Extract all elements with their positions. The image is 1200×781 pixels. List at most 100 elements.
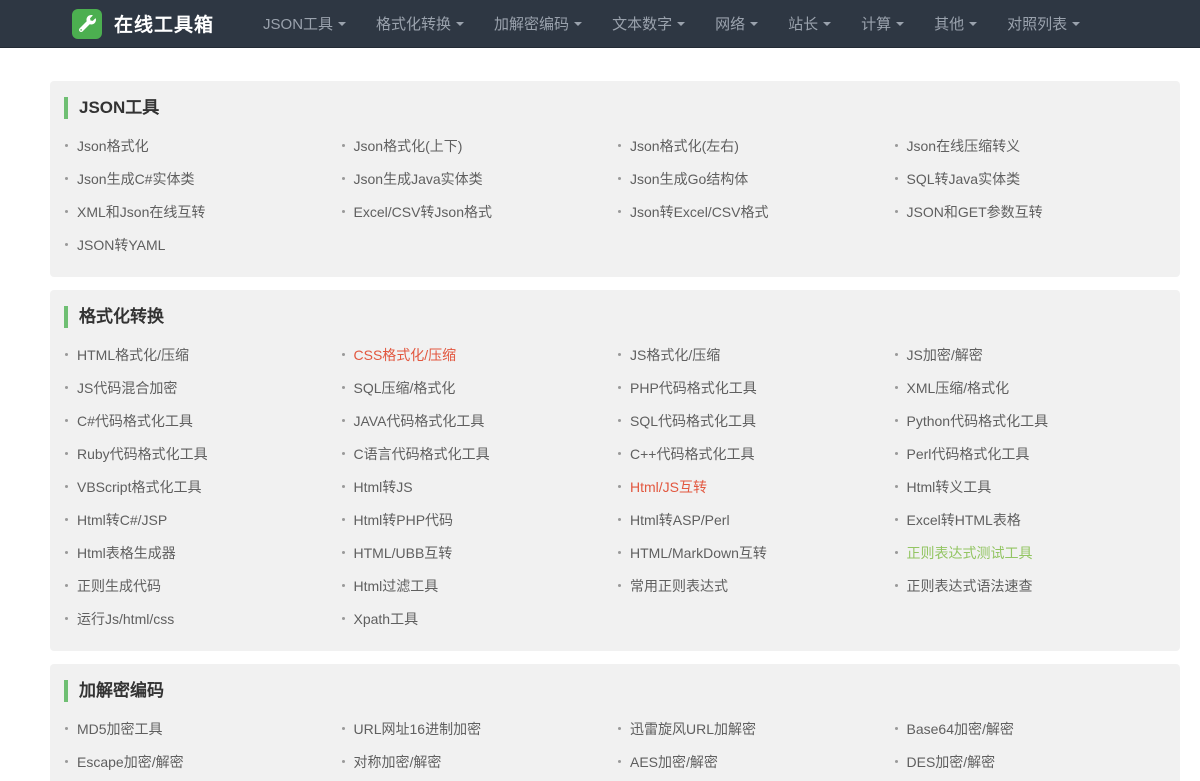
- tool-list-item: 迅雷旋风URL加解密: [615, 712, 892, 745]
- tool-link[interactable]: 迅雷旋风URL加解密: [630, 719, 756, 739]
- tool-link[interactable]: 正则表达式语法速查: [907, 576, 1033, 596]
- tool-list-item: DES加密/解密: [892, 745, 1169, 778]
- tool-link[interactable]: SQL压缩/格式化: [354, 378, 456, 398]
- tool-link[interactable]: Html转PHP代码: [354, 510, 454, 530]
- bullet-icon: [342, 210, 345, 213]
- chevron-down-icon: [338, 22, 346, 26]
- nav-menu-label: 其他: [934, 13, 964, 34]
- bullet-icon: [65, 551, 68, 554]
- bullet-icon: [895, 584, 898, 587]
- tool-link[interactable]: CSS格式化/压缩: [354, 345, 457, 365]
- nav-menu-item-1[interactable]: 格式化转换: [361, 0, 479, 48]
- nav-menu-item-2[interactable]: 加解密编码: [479, 0, 597, 48]
- bullet-icon: [342, 617, 345, 620]
- tool-link[interactable]: Escape加密/解密: [77, 752, 184, 772]
- tool-link[interactable]: Json格式化(左右): [630, 136, 739, 156]
- bullet-icon: [342, 760, 345, 763]
- tool-link[interactable]: JS加密/解密: [907, 345, 983, 365]
- tool-link[interactable]: Python代码格式化工具: [907, 411, 1049, 431]
- tool-list-item: SQL转Java实体类: [892, 162, 1169, 195]
- tool-link[interactable]: Json转Excel/CSV格式: [630, 202, 768, 222]
- tool-sections: JSON工具 Json格式化 Json格式化(上下) Json格式化(左右) J…: [0, 48, 1200, 781]
- tool-link[interactable]: 对称加密/解密: [354, 752, 442, 772]
- tool-link[interactable]: JAVA代码格式化工具: [354, 411, 485, 431]
- tool-link[interactable]: SQL代码格式化工具: [630, 411, 756, 431]
- nav-menu-item-8[interactable]: 对照列表: [992, 0, 1095, 48]
- bullet-icon: [342, 551, 345, 554]
- bullet-icon: [618, 760, 621, 763]
- tool-list-item: Html转义工具: [892, 470, 1169, 503]
- tool-link[interactable]: C#代码格式化工具: [77, 411, 193, 431]
- bullet-icon: [618, 386, 621, 389]
- tool-link[interactable]: 正则表达式测试工具: [907, 543, 1033, 563]
- tool-list-item: Json转Excel/CSV格式: [615, 195, 892, 228]
- tool-link[interactable]: 正则生成代码: [77, 576, 161, 596]
- bullet-icon: [342, 419, 345, 422]
- tool-link[interactable]: Html/JS互转: [630, 477, 707, 497]
- nav-menu-item-6[interactable]: 计算: [846, 0, 919, 48]
- tool-link[interactable]: Html转义工具: [907, 477, 992, 497]
- tool-link[interactable]: Excel/CSV转Json格式: [354, 202, 492, 222]
- tool-link[interactable]: URL网址16进制加密: [354, 719, 482, 739]
- tool-link[interactable]: Json格式化(上下): [354, 136, 463, 156]
- navbar: 在线工具箱 JSON工具 格式化转换 加解密编码 文本数字 网络 站长 计算 其…: [0, 0, 1200, 48]
- tool-list-item: JS代码混合加密: [62, 371, 339, 404]
- chevron-down-icon: [896, 22, 904, 26]
- tool-link[interactable]: HTML格式化/压缩: [77, 345, 189, 365]
- bullet-icon: [65, 243, 68, 246]
- tool-link[interactable]: JS格式化/压缩: [630, 345, 720, 365]
- tool-link[interactable]: 常用正则表达式: [630, 576, 728, 596]
- bullet-icon: [342, 144, 345, 147]
- tool-link[interactable]: Ruby代码格式化工具: [77, 444, 208, 464]
- tool-link[interactable]: Html表格生成器: [77, 543, 176, 563]
- tool-link[interactable]: Base64加密/解密: [907, 719, 1014, 739]
- tool-link[interactable]: JSON和GET参数互转: [907, 202, 1043, 222]
- nav-menu-item-0[interactable]: JSON工具: [248, 0, 361, 48]
- tool-link[interactable]: Xpath工具: [354, 609, 419, 629]
- bullet-icon: [65, 144, 68, 147]
- tool-link[interactable]: Json在线压缩转义: [907, 136, 1021, 156]
- bullet-icon: [895, 551, 898, 554]
- tool-link[interactable]: Perl代码格式化工具: [907, 444, 1030, 464]
- tool-link[interactable]: VBScript格式化工具: [77, 477, 201, 497]
- tool-link[interactable]: Json生成C#实体类: [77, 169, 194, 189]
- tool-link[interactable]: C++代码格式化工具: [630, 444, 754, 464]
- tool-list-item: Escape加密/解密: [62, 745, 339, 778]
- tool-link[interactable]: Html转C#/JSP: [77, 510, 167, 530]
- tool-link[interactable]: Json生成Java实体类: [354, 169, 483, 189]
- nav-menu-item-5[interactable]: 站长: [773, 0, 846, 48]
- tool-link[interactable]: SQL转Java实体类: [907, 169, 1021, 189]
- tool-list-item: 常用正则表达式: [615, 569, 892, 602]
- nav-menu-item-7[interactable]: 其他: [919, 0, 992, 48]
- bullet-icon: [342, 727, 345, 730]
- tool-link[interactable]: Html过滤工具: [354, 576, 439, 596]
- tool-link[interactable]: XML压缩/格式化: [907, 378, 1010, 398]
- tool-link[interactable]: 运行Js/html/css: [77, 609, 174, 629]
- bullet-icon: [65, 485, 68, 488]
- tool-link[interactable]: Json格式化: [77, 136, 149, 156]
- nav-menu-item-3[interactable]: 文本数字: [597, 0, 700, 48]
- tool-list-item: URL网址16进制加密: [339, 712, 616, 745]
- tool-link[interactable]: PHP代码格式化工具: [630, 378, 757, 398]
- brand-link[interactable]: 在线工具箱: [72, 9, 214, 39]
- nav-menu-item-4[interactable]: 网络: [700, 0, 773, 48]
- tool-link[interactable]: C语言代码格式化工具: [354, 444, 490, 464]
- tool-link[interactable]: AES加密/解密: [630, 752, 718, 772]
- tool-link[interactable]: Excel转HTML表格: [907, 510, 1021, 530]
- tool-link[interactable]: Html转JS: [354, 477, 413, 497]
- tool-list-item: Html转JS: [339, 470, 616, 503]
- tool-list-item: C#代码格式化工具: [62, 404, 339, 437]
- tool-link[interactable]: HTML/MarkDown互转: [630, 543, 767, 563]
- tool-link[interactable]: JS代码混合加密: [77, 378, 177, 398]
- tool-link[interactable]: JSON转YAML: [77, 235, 165, 255]
- tool-list-item: JSON转YAML: [62, 228, 339, 261]
- tool-link[interactable]: XML和Json在线互转: [77, 202, 205, 222]
- tool-link[interactable]: DES加密/解密: [907, 752, 996, 772]
- bullet-icon: [895, 353, 898, 356]
- tool-link[interactable]: HTML/UBB互转: [354, 543, 453, 563]
- nav-menu-label: 加解密编码: [494, 13, 569, 34]
- tool-list-item: Base64加密/解密: [892, 712, 1169, 745]
- tool-link[interactable]: Html转ASP/Perl: [630, 510, 730, 530]
- tool-link[interactable]: Json生成Go结构体: [630, 169, 748, 189]
- tool-link[interactable]: MD5加密工具: [77, 719, 163, 739]
